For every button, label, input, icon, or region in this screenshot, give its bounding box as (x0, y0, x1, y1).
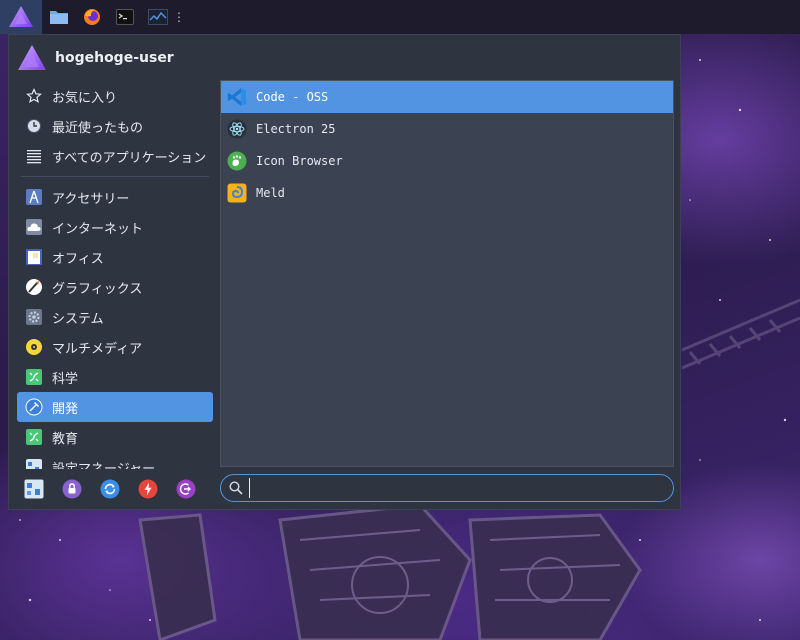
clock-icon (25, 117, 43, 135)
category-multimedia[interactable]: マルチメディア (17, 332, 213, 362)
application-menu: hogehoge-user お気に入り 最近使ったもの すべてのアプリケーション (8, 34, 681, 510)
app-item-electron[interactable]: Electron 25 (221, 113, 673, 145)
category-settings-manager[interactable]: 設定マネージャー (17, 452, 213, 469)
panel-separator: ⋮ (173, 10, 185, 24)
category-development[interactable]: 開発 (17, 392, 213, 422)
settings-manager-action-icon (24, 479, 44, 499)
switch-user-button[interactable] (99, 478, 121, 500)
category-label: 教育 (52, 431, 79, 447)
settings-manager-button[interactable] (23, 478, 45, 500)
category-internet[interactable]: インターネット (17, 212, 213, 242)
app-item-icon-browser[interactable]: Icon Browser (221, 145, 673, 177)
app-label: Electron 25 (256, 122, 336, 136)
electron-icon (226, 118, 248, 140)
science-icon (25, 368, 43, 386)
system-monitor-icon (147, 9, 168, 25)
category-label: すべてのアプリケーション (52, 150, 207, 166)
panel-file-manager[interactable] (42, 0, 75, 34)
education-icon (25, 428, 43, 446)
category-all-applications[interactable]: すべてのアプリケーション (17, 141, 213, 171)
menu-header: hogehoge-user (9, 35, 682, 81)
gear-icon (25, 308, 43, 326)
switch-user-icon (100, 479, 120, 499)
user-name: hogehoge-user (55, 50, 174, 66)
category-label: マルチメディア (52, 341, 143, 357)
logout-icon (176, 479, 196, 499)
category-label: お気に入り (52, 90, 118, 106)
category-office[interactable]: オフィス (17, 242, 213, 272)
gnome-icon-browser-icon (226, 150, 248, 172)
user-logo-icon (18, 45, 46, 70)
search-input[interactable] (249, 478, 661, 498)
category-system[interactable]: システム (17, 302, 213, 332)
session-actions (23, 475, 213, 503)
category-label: アクセサリー (52, 191, 130, 207)
category-science[interactable]: 科学 (17, 362, 213, 392)
terminal-icon (115, 9, 134, 25)
category-label: 開発 (52, 401, 79, 417)
cloud-icon (25, 218, 43, 236)
distro-logo-icon (9, 6, 33, 27)
vscode-icon (226, 86, 248, 108)
power-button[interactable] (137, 478, 159, 500)
search-box[interactable] (220, 474, 674, 502)
app-item-meld[interactable]: Meld (221, 177, 673, 209)
category-label: グラフィックス (52, 281, 143, 297)
panel-terminal[interactable] (108, 0, 141, 34)
office-icon (25, 248, 43, 266)
category-favorites[interactable]: お気に入り (17, 81, 213, 111)
settings-manager-icon (25, 458, 43, 469)
category-label: 科学 (52, 371, 79, 387)
app-label: Code - OSS (256, 90, 329, 104)
category-label: オフィス (52, 251, 104, 267)
logout-button[interactable] (175, 478, 197, 500)
app-label: Icon Browser (256, 154, 343, 168)
category-label: システム (52, 311, 104, 327)
category-graphics[interactable]: グラフィックス (17, 272, 213, 302)
application-list: Code - OSS Electron 25 Icon Browser Meld (220, 80, 674, 467)
category-label: インターネット (52, 221, 144, 237)
firefox-icon (83, 9, 100, 25)
category-recent[interactable]: 最近使ったもの (17, 111, 213, 141)
multimedia-icon (25, 338, 43, 356)
star-icon (25, 87, 43, 105)
category-label: 設定マネージャー (52, 461, 156, 470)
category-education[interactable]: 教育 (17, 422, 213, 452)
app-label: Meld (256, 186, 285, 200)
search-icon (229, 481, 243, 495)
panel-firefox[interactable] (75, 0, 108, 34)
development-icon (25, 398, 43, 416)
category-divider (21, 176, 209, 177)
list-icon (25, 147, 43, 165)
file-manager-icon (49, 11, 68, 24)
whisker-menu-button[interactable] (0, 0, 42, 34)
graphics-icon (25, 278, 43, 296)
category-accessories[interactable]: アクセサリー (17, 182, 213, 212)
lock-screen-icon (62, 479, 82, 499)
power-icon (138, 479, 158, 499)
meld-icon (226, 182, 248, 204)
category-label: 最近使ったもの (52, 120, 144, 136)
accessories-icon (25, 188, 43, 206)
category-list: お気に入り 最近使ったもの すべてのアプリケーション アクセサリー インターネッ… (17, 81, 213, 469)
app-item-code-oss[interactable]: Code - OSS (221, 81, 673, 113)
lock-screen-button[interactable] (61, 478, 83, 500)
top-panel: ⋮ (0, 0, 800, 34)
panel-system-monitor[interactable] (141, 0, 174, 34)
